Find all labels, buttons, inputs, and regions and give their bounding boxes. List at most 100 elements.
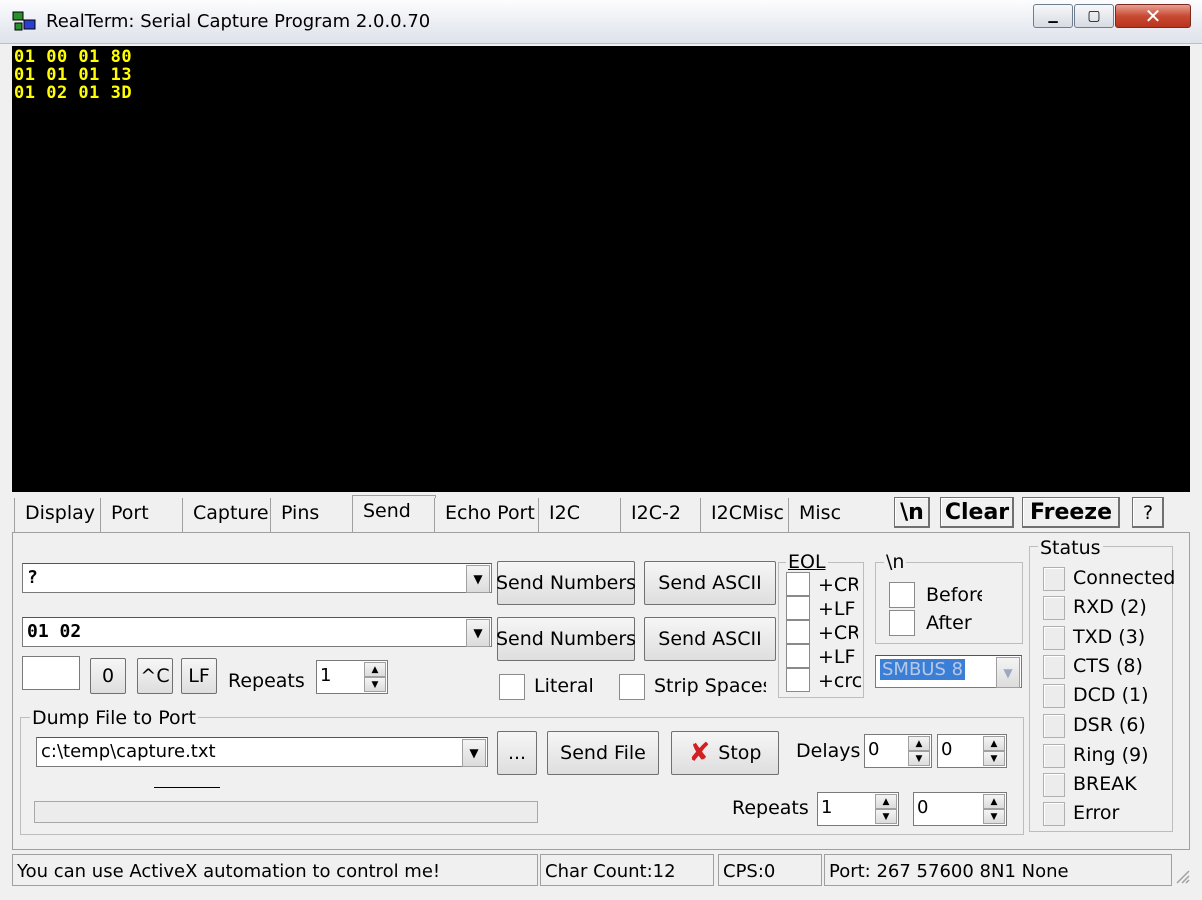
tab-port[interactable]: Port (100, 498, 180, 532)
tab-display[interactable]: Display (14, 498, 98, 532)
statusbar-char-count: Char Count:12 (540, 854, 714, 886)
strip-spaces-checkbox[interactable] (619, 674, 645, 700)
statusbar-message: You can use ActiveX automation to contro… (12, 854, 538, 886)
send-lf-button[interactable]: LF (181, 658, 217, 694)
literal-checkbox[interactable] (499, 674, 525, 700)
tab-i2cmisc[interactable]: I2CMisc (700, 498, 788, 532)
send-ctrl-c-button[interactable]: ^C (137, 658, 173, 694)
send-zero-button[interactable]: 0 (90, 658, 126, 694)
eol-cr-label-2: +CR (818, 622, 858, 644)
tab-capture[interactable]: Capture (182, 498, 269, 532)
close-icon: ✕ (1144, 4, 1162, 28)
chevron-down-icon[interactable]: ▼ (996, 657, 1020, 688)
tab-pins[interactable]: Pins (270, 498, 350, 532)
stop-button[interactable]: ✘ Stop (671, 731, 779, 775)
eol-lf-checkbox-1[interactable] (786, 596, 810, 620)
send-line2-value: 01 02 (27, 621, 82, 642)
terminal-line: 01 02 01 3D (14, 83, 133, 103)
minimize-button[interactable]: ▁ (1033, 4, 1073, 28)
spin-down-icon[interactable]: ▼ (875, 809, 897, 824)
title-bar[interactable]: RealTerm: Serial Capture Program 2.0.0.7… (0, 0, 1202, 44)
status-connected-label: Connected (1073, 567, 1176, 589)
dump-repeats-label: Repeats (732, 797, 809, 819)
tab-i2c[interactable]: I2C (538, 498, 618, 532)
newline-before-checkbox[interactable] (889, 582, 915, 608)
eol-crc-label: +crc (818, 670, 862, 692)
crc-type-value: SMBUS 8 (880, 659, 966, 680)
terminal-display[interactable]: 01 00 01 80 01 01 01 13 01 02 01 3D (12, 46, 1190, 492)
statusbar-port: Port: 267 57600 8N1 None (824, 854, 1172, 886)
status-led-dsr (1043, 714, 1065, 738)
newline-after-checkbox[interactable] (889, 610, 915, 636)
close-button[interactable]: ✕ (1115, 4, 1191, 28)
tab-i2c-2[interactable]: I2C-2 (620, 498, 698, 532)
delay-spinner-2[interactable]: 0 ▲ ▼ (937, 734, 1007, 768)
dump-repeats-spinner-2[interactable]: 0 ▲ ▼ (913, 792, 1007, 826)
window-title: RealTerm: Serial Capture Program 2.0.0.7… (46, 11, 431, 32)
spin-down-icon[interactable]: ▼ (364, 677, 386, 692)
status-led-dcd (1043, 684, 1065, 708)
send-ascii-button-1[interactable]: Send ASCII (644, 561, 776, 605)
spin-up-icon[interactable]: ▲ (875, 794, 897, 809)
dump-file-combo[interactable]: c:\temp\capture.txt ▼ (36, 737, 488, 767)
spin-up-icon[interactable]: ▲ (908, 736, 930, 751)
freeze-button[interactable]: Freeze (1022, 497, 1120, 528)
send-line2-combo[interactable]: 01 02 ▼ (22, 617, 492, 647)
dump-file-group-title: Dump File to Port (30, 707, 198, 729)
delay1-value: 0 (868, 739, 880, 760)
dump-file-value: c:\temp\capture.txt (41, 741, 216, 762)
status-group-title: Status (1038, 537, 1103, 559)
status-break-label: BREAK (1073, 773, 1137, 795)
newline-button[interactable]: \n (894, 497, 930, 528)
delay-spinner-1[interactable]: 0 ▲ ▼ (864, 734, 932, 768)
send-numbers-button-2[interactable]: Send Numbers (496, 617, 636, 661)
eol-cr-checkbox-1[interactable] (786, 572, 810, 596)
statusbar-cps: CPS:0 (718, 854, 822, 886)
tab-misc[interactable]: Misc (788, 498, 868, 532)
resize-grip-icon[interactable] (1172, 866, 1190, 884)
crc-type-select[interactable]: SMBUS 8 ▼ (875, 655, 1022, 688)
send-ascii-button-2[interactable]: Send ASCII (644, 617, 776, 661)
repeats-spinner[interactable]: 1 ▲ ▼ (316, 660, 388, 694)
spin-down-icon[interactable]: ▼ (908, 751, 930, 766)
eol-crc-checkbox[interactable] (786, 668, 810, 692)
status-ring-label: Ring (9) (1073, 744, 1149, 766)
dump-repeats1-value: 1 (821, 797, 833, 818)
eol-group-title: EOL (786, 551, 828, 573)
send-line1-combo[interactable]: ? ▼ (22, 563, 492, 593)
dump-progress-bar (34, 801, 538, 823)
minimize-icon: ▁ (1048, 9, 1058, 23)
send-line1-value: ? (27, 567, 38, 588)
clear-button[interactable]: Clear (940, 497, 1014, 528)
help-button[interactable]: ? (1132, 497, 1164, 528)
char-input[interactable] (22, 656, 80, 690)
chevron-down-icon[interactable]: ▼ (462, 739, 486, 767)
tab-send[interactable]: Send (352, 495, 436, 533)
spin-down-icon[interactable]: ▼ (983, 809, 1005, 824)
tab-echo-port[interactable]: Echo Port (434, 498, 536, 532)
repeats-label: Repeats (228, 670, 305, 692)
status-error-label: Error (1073, 802, 1120, 824)
chevron-down-icon[interactable]: ▼ (466, 565, 490, 593)
browse-file-button[interactable]: ... (497, 731, 537, 775)
eol-lf-checkbox-2[interactable] (786, 644, 810, 668)
eol-cr-checkbox-2[interactable] (786, 620, 810, 644)
repeats-value: 1 (320, 665, 332, 686)
terminal-line: 01 00 01 80 (14, 47, 133, 67)
spin-up-icon[interactable]: ▲ (983, 736, 1005, 751)
spin-up-icon[interactable]: ▲ (983, 794, 1005, 809)
chevron-down-icon[interactable]: ▼ (466, 619, 490, 647)
send-numbers-button-1[interactable]: Send Numbers (496, 561, 636, 605)
delay2-value: 0 (941, 739, 953, 760)
status-dcd-label: DCD (1) (1073, 684, 1149, 706)
dump-repeats2-value: 0 (917, 797, 929, 818)
dump-repeats-spinner-1[interactable]: 1 ▲ ▼ (817, 792, 899, 826)
send-file-button[interactable]: Send File (547, 731, 659, 775)
spin-down-icon[interactable]: ▼ (983, 751, 1005, 766)
progress-marker (154, 787, 220, 788)
maximize-icon: ▢ (1087, 8, 1101, 24)
maximize-button[interactable]: ▢ (1074, 4, 1114, 28)
status-led-cts (1043, 655, 1065, 679)
spin-up-icon[interactable]: ▲ (364, 662, 386, 677)
literal-label: Literal (534, 675, 594, 697)
